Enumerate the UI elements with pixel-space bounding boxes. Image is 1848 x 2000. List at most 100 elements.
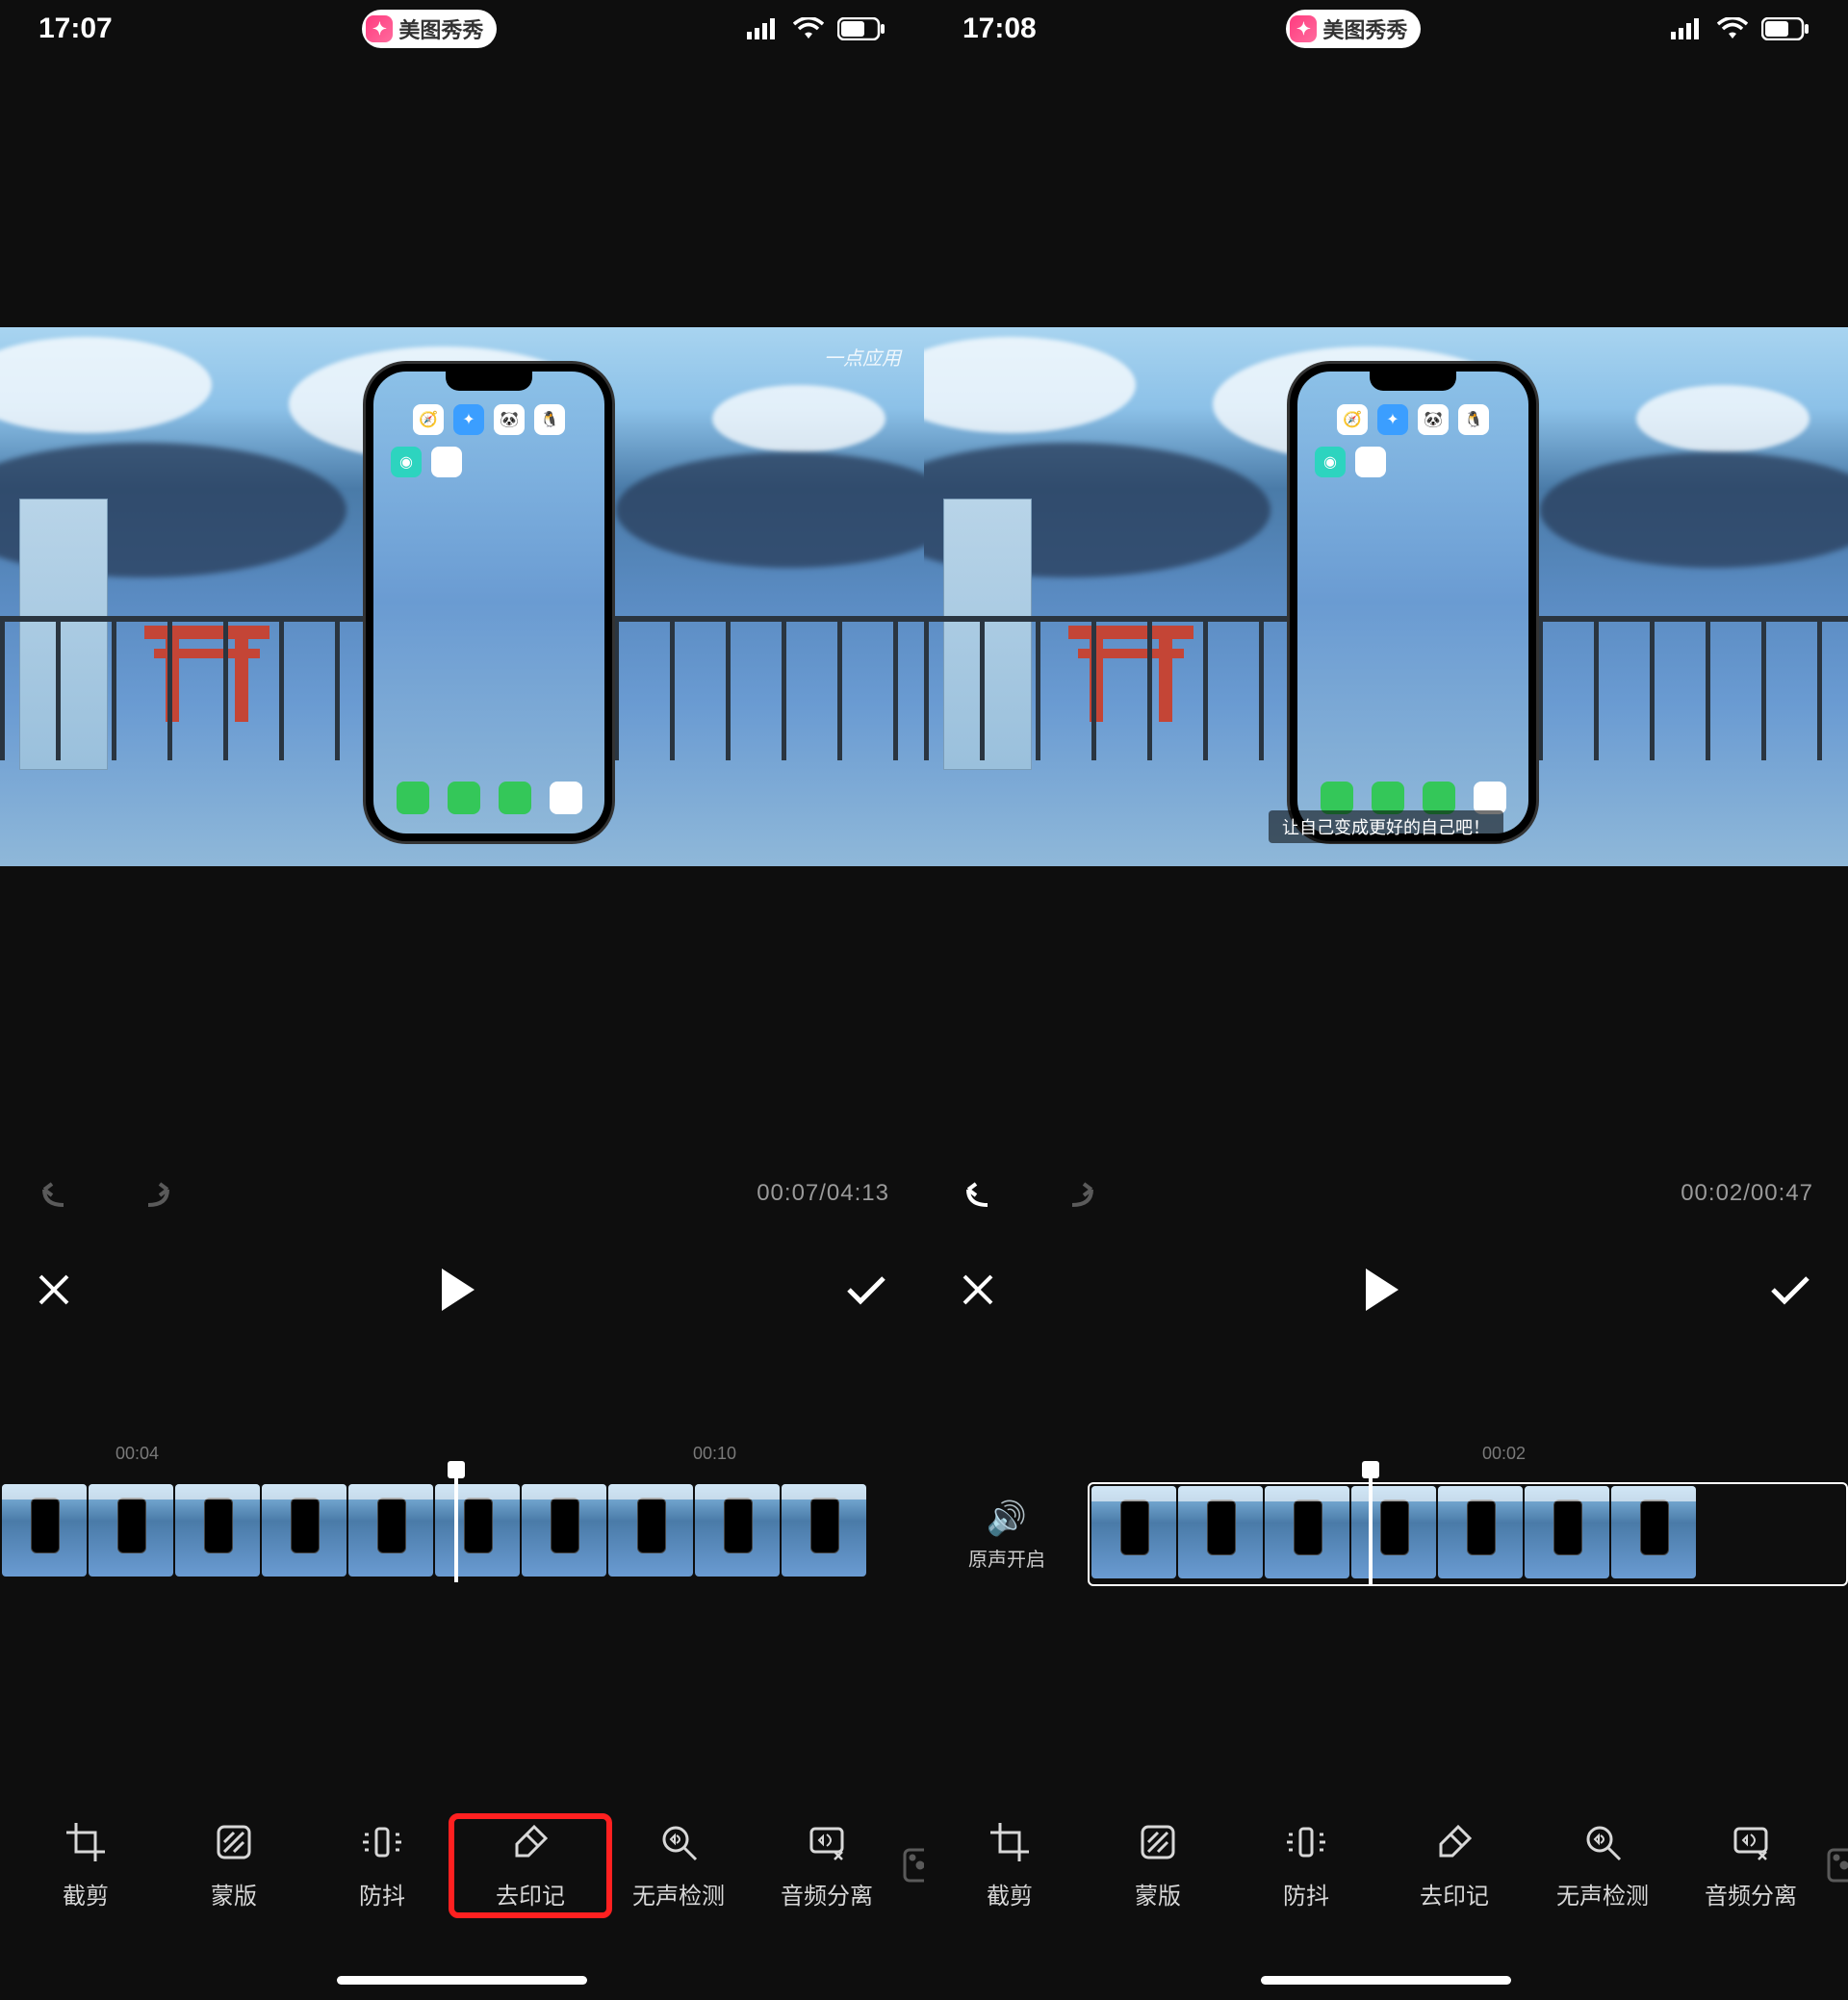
timeline-thumbnail[interactable]: [1178, 1486, 1263, 1578]
mask-icon: [1137, 1821, 1179, 1863]
confirm-icon[interactable]: [1767, 1270, 1813, 1309]
timeline-thumbnail[interactable]: [1438, 1486, 1523, 1578]
timeline-thumbnail[interactable]: [175, 1484, 260, 1577]
play-button[interactable]: [442, 1269, 475, 1311]
timeline[interactable]: 00:02: [924, 1444, 1848, 1586]
video-preview[interactable]: 🧭✦🐼🐧 ◉◐ 让自己变成更好的自己吧！: [924, 327, 1848, 866]
status-time: 17:07: [38, 13, 113, 45]
silence-icon: [657, 1821, 700, 1863]
tool-crop[interactable]: 截剪: [936, 1821, 1084, 1910]
tool-erase[interactable]: 去印记: [456, 1821, 604, 1910]
timeline-thumbnail[interactable]: [1091, 1486, 1176, 1578]
audio-icon: [806, 1821, 848, 1863]
crop-icon: [64, 1821, 107, 1863]
control-row: [924, 1251, 1848, 1328]
time-row: 00:07/04:13: [0, 1165, 924, 1222]
timeline-thumbnail[interactable]: [89, 1484, 173, 1577]
tool-label: 防抖: [1283, 1877, 1329, 1910]
bottom-toolbar: 截剪 蒙版 防抖 去印记 无声检测 音频分离: [924, 1798, 1848, 1933]
timecode: 00:02/00:47: [1681, 1180, 1813, 1207]
timeline-thumbnail[interactable]: [2, 1484, 87, 1577]
tool-mask[interactable]: 蒙版: [1084, 1821, 1232, 1910]
timeline-thumbnail[interactable]: [782, 1484, 866, 1577]
undo-icon[interactable]: [35, 1172, 77, 1215]
close-icon[interactable]: [959, 1270, 997, 1309]
tool-silence[interactable]: 无声检测: [1528, 1821, 1677, 1910]
tool-mask[interactable]: 蒙版: [160, 1821, 308, 1910]
timeline-thumbnail[interactable]: [608, 1484, 693, 1577]
close-icon[interactable]: [35, 1270, 73, 1309]
preview-caption: 让自己变成更好的自己吧！: [1269, 810, 1503, 843]
screenshot-1: 17:07 ✦美图秀秀 一点应用 🧭✦🐼🐧 ◉◐: [0, 0, 924, 2000]
silence-icon: [1581, 1821, 1624, 1863]
ruler-mark: 00:02: [1482, 1444, 1526, 1464]
tool-audio[interactable]: 音频分离: [1677, 1821, 1825, 1910]
playhead[interactable]: [454, 1473, 458, 1582]
wifi-icon: [1717, 17, 1748, 40]
timeline-thumbnail[interactable]: [262, 1484, 346, 1577]
home-indicator[interactable]: [1261, 1976, 1511, 1985]
battery-icon: [837, 17, 886, 40]
tool-label: 截剪: [63, 1877, 109, 1910]
control-row: [0, 1251, 924, 1328]
battery-icon: [1761, 17, 1810, 40]
timeline-thumbnail[interactable]: [348, 1484, 433, 1577]
undo-icon[interactable]: [959, 1172, 1001, 1215]
signal-icon: [747, 18, 780, 39]
tool-label: 截剪: [987, 1877, 1033, 1910]
redo-icon[interactable]: [1059, 1172, 1101, 1215]
status-time: 17:08: [962, 13, 1037, 45]
tool-crop[interactable]: 截剪: [12, 1821, 160, 1910]
brand-badge: ✦美图秀秀: [362, 10, 497, 48]
timeline-thumbnail[interactable]: [695, 1484, 780, 1577]
play-icon: [1366, 1269, 1399, 1311]
redo-icon[interactable]: [135, 1172, 177, 1215]
ruler-mark: 00:10: [693, 1444, 736, 1464]
erase-icon: [1433, 1821, 1476, 1863]
stabilize-icon: [361, 1821, 403, 1863]
timeline-thumbnail[interactable]: [435, 1484, 520, 1577]
mask-icon: [213, 1821, 255, 1863]
play-icon: [442, 1269, 475, 1311]
tool-stabilize[interactable]: 防抖: [308, 1821, 456, 1910]
timeline-thumbnail[interactable]: [522, 1484, 606, 1577]
confirm-icon[interactable]: [843, 1270, 889, 1309]
tool-erase[interactable]: 去印记: [1380, 1821, 1528, 1910]
signal-icon: [1671, 18, 1704, 39]
timeline-thumbnail[interactable]: [1611, 1486, 1696, 1578]
erase-icon: [509, 1821, 552, 1863]
timeline-thumbnail[interactable]: [1351, 1486, 1436, 1578]
status-bar: 17:08 ✦美图秀秀: [924, 0, 1848, 58]
timeline-thumbnail[interactable]: [1265, 1486, 1349, 1578]
tool-label: 无声检测: [1556, 1877, 1649, 1910]
timeline[interactable]: 00:0400:10: [0, 1444, 924, 1582]
tool-audio[interactable]: 音频分离: [753, 1821, 901, 1910]
tool-silence[interactable]: 无声检测: [604, 1821, 753, 1910]
tool-label: 蒙版: [211, 1877, 257, 1910]
tool-magic[interactable]: [901, 1844, 924, 1886]
tool-magic[interactable]: [1825, 1844, 1848, 1886]
tool-label: 蒙版: [1135, 1877, 1181, 1910]
video-preview[interactable]: 一点应用 🧭✦🐼🐧 ◉◐: [0, 327, 924, 866]
phone-mockup: 🧭✦🐼🐧 ◉◐: [1290, 364, 1536, 841]
audio-icon: [1730, 1821, 1772, 1863]
bottom-toolbar: 截剪 蒙版 防抖 去印记 无声检测 音频分离: [0, 1798, 924, 1933]
tool-label: 防抖: [359, 1877, 405, 1910]
tool-label: 去印记: [496, 1877, 565, 1910]
tool-label: 去印记: [1420, 1877, 1489, 1910]
preview-watermark: 一点应用: [824, 343, 901, 371]
status-bar: 17:07 ✦美图秀秀: [0, 0, 924, 58]
playhead[interactable]: [1369, 1473, 1373, 1586]
magic-icon: [899, 1844, 924, 1886]
crop-icon: [988, 1821, 1031, 1863]
tool-stabilize[interactable]: 防抖: [1232, 1821, 1380, 1910]
stabilize-icon: [1285, 1821, 1327, 1863]
phone-mockup: 🧭✦🐼🐧 ◉◐: [366, 364, 612, 841]
tool-label: 音频分离: [781, 1877, 873, 1910]
play-button[interactable]: [1366, 1269, 1399, 1311]
tool-label: 无声检测: [632, 1877, 725, 1910]
timeline-thumbnail[interactable]: [1525, 1486, 1609, 1578]
screenshot-2: 17:08 ✦美图秀秀 🧭✦🐼🐧 ◉◐ 让自: [924, 0, 1848, 2000]
home-indicator[interactable]: [337, 1976, 587, 1985]
tool-label: 音频分离: [1705, 1877, 1797, 1910]
